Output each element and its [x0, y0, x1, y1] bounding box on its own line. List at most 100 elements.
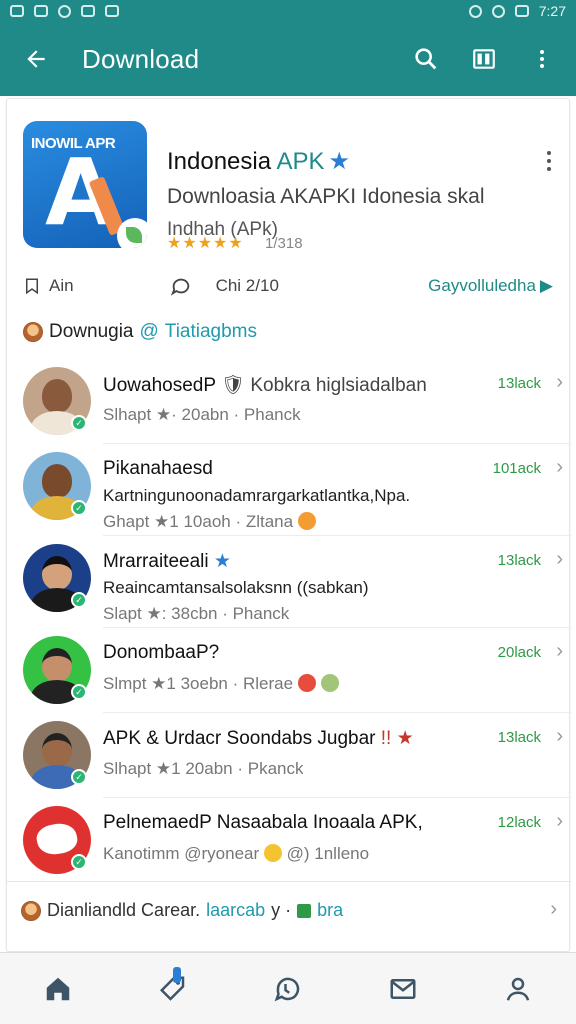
bluetooth-icon	[468, 4, 482, 18]
section-header: Downugia @ Tiatiagbms	[23, 321, 257, 343]
more-vert-icon	[540, 50, 544, 68]
item-meta: Kanotimm @ryonear @) 1nlleno	[103, 844, 370, 863]
list-item[interactable]: ✓ UowahosedP 🛡 Kobkra higlsiadalban Slha…	[23, 359, 571, 444]
bottom-section-text: Dianliandld Carear. laarcab y · bra	[21, 900, 343, 921]
list-item[interactable]: ✓ Pikanahaesd Kartningunoonadamrargarkat…	[23, 444, 571, 536]
app-subtitle-line1: Downloasia AKAPKI Idonesia skal	[167, 185, 485, 208]
app-title-accent: APK	[276, 148, 325, 175]
back-button[interactable]	[14, 37, 58, 81]
nav-tags[interactable]	[145, 961, 201, 1017]
nav-mail[interactable]	[375, 961, 431, 1017]
list-item[interactable]: ✓ Mrarraiteeali ★ Reaincamtansalsolaksnn…	[23, 536, 571, 628]
item-description: Kartningunoonadamrargarkatlantka,Npa.	[103, 486, 411, 505]
library-icon	[473, 49, 495, 69]
verified-icon: ✓	[71, 500, 87, 516]
item-meta: Slhapt ★1 20abn · Pkanck	[103, 759, 304, 778]
item-tag: 101ack	[492, 460, 541, 477]
section-handle[interactable]: Tiatiagbms	[165, 321, 257, 343]
meta-comments[interactable]: Chi 2/10	[170, 275, 279, 297]
list-item[interactable]: ✓ DonombaaP? Slmpt ★1 3oebn · Rlerae 20l…	[23, 628, 571, 713]
location-icon	[58, 4, 71, 18]
page-title: Download	[82, 43, 200, 74]
mail-status-icon	[34, 5, 48, 17]
app-title: Indonesia APK ★	[167, 147, 350, 176]
item-name: Pikanahaesd	[103, 458, 213, 479]
verified-icon: ✓	[71, 684, 87, 700]
app-meta-row: Ain Chi 2/10 Gayvolluledha ▶	[23, 271, 553, 301]
section-at: @	[139, 321, 159, 342]
app-status-icon	[81, 5, 95, 17]
app-logo[interactable]: INOWIL APR A	[23, 121, 147, 248]
library-button[interactable]	[464, 39, 504, 79]
verified-icon: ✓	[71, 592, 87, 608]
meta-mid-label: Chi 2/10	[215, 276, 279, 295]
emoji-icon	[297, 512, 316, 530]
leaf-icon	[117, 218, 147, 248]
more-options-button[interactable]	[522, 39, 562, 79]
flag-icon	[297, 903, 312, 918]
app-more-button[interactable]	[539, 147, 559, 177]
search-icon	[415, 48, 437, 70]
item-tag: 20lack	[497, 644, 541, 661]
nav-home[interactable]	[30, 961, 86, 1017]
item-tag: 13lack	[497, 552, 541, 569]
alarm-icon	[491, 4, 505, 18]
cta-link[interactable]: Gayvolluledha ▶	[428, 276, 553, 296]
signal-icon	[514, 5, 529, 17]
status-bar: 7:27	[0, 0, 576, 22]
item-tag: 13lack	[497, 375, 541, 392]
rating-count: 1/318	[265, 235, 303, 252]
emoji-icon	[263, 844, 282, 862]
meta-left-label: Ain	[49, 276, 74, 295]
verified-icon: ✓	[71, 415, 87, 431]
notification-icon	[10, 5, 24, 17]
item-meta: Ghapt ★1 10aoh · Zltana	[103, 512, 316, 532]
meta-bookmark[interactable]: Ain	[23, 276, 74, 296]
item-description: Reaincamtansalsolaksnn ((sabkan)	[103, 578, 369, 597]
bottom-section-row[interactable]: Dianliandld Carear. laarcab y · bra ›	[7, 881, 571, 939]
shield-status-icon	[105, 5, 119, 17]
chevron-right-icon: ›	[556, 640, 563, 662]
avatar-mini-icon	[21, 900, 41, 921]
list-item[interactable]: ✓ PelnemaedP Nasaabala Inoaala APK, Kano…	[23, 798, 571, 883]
comment-icon	[170, 278, 189, 296]
item-name: UowahosedP 🛡 Kobkra higlsiadalban	[103, 375, 427, 396]
bookmark-icon	[26, 278, 38, 295]
chevron-right-icon: ›	[556, 548, 563, 570]
chevron-right-icon: ›	[556, 725, 563, 747]
chat-icon	[274, 977, 300, 1001]
chevron-right-icon: ›	[556, 371, 563, 393]
verified-icon: ✓	[71, 854, 87, 870]
nav-chat[interactable]	[260, 961, 316, 1017]
cta-label: Gayvolluledha	[428, 276, 536, 295]
profile-icon	[507, 977, 530, 1001]
download-card: INOWIL APR A Indonesia APK ★ Downloasia A…	[6, 98, 571, 952]
star-icon: ★	[328, 148, 350, 175]
list-item[interactable]: ✓ APK & Urdacr Soondabs Jugbar !! ★ Slha…	[23, 713, 571, 798]
mail-icon	[390, 978, 416, 999]
rating-stars: ★★★★★	[167, 235, 244, 252]
emoji-icon	[297, 674, 316, 692]
avatar-mini-icon	[23, 322, 43, 342]
notification-badge	[172, 966, 181, 983]
arrow-back-icon	[27, 50, 45, 68]
item-name: DonombaaP?	[103, 642, 220, 663]
chevron-right-icon: ›	[556, 456, 563, 478]
emoji-icon	[320, 674, 339, 692]
bottom-navigation	[0, 952, 576, 1024]
chevron-right-icon: ›	[556, 810, 563, 832]
item-tag: 13lack	[497, 729, 541, 746]
status-right-icons: 7:27	[468, 3, 566, 19]
download-list: ✓ UowahosedP 🛡 Kobkra higlsiadalban Slha…	[7, 359, 571, 883]
search-button[interactable]	[406, 39, 446, 79]
verified-icon: ✓	[71, 769, 87, 785]
home-icon	[46, 977, 69, 1000]
nav-profile[interactable]	[490, 961, 546, 1017]
status-time: 7:27	[538, 3, 566, 19]
item-tag: 12lack	[497, 814, 541, 831]
item-name: PelnemaedP Nasaabala Inoaala APK,	[103, 812, 423, 833]
item-name: APK & Urdacr Soondabs Jugbar !! ★	[103, 728, 414, 749]
status-left-icons	[10, 4, 119, 18]
chevron-right-icon: ›	[550, 898, 557, 920]
app-title-main: Indonesia	[167, 148, 277, 175]
